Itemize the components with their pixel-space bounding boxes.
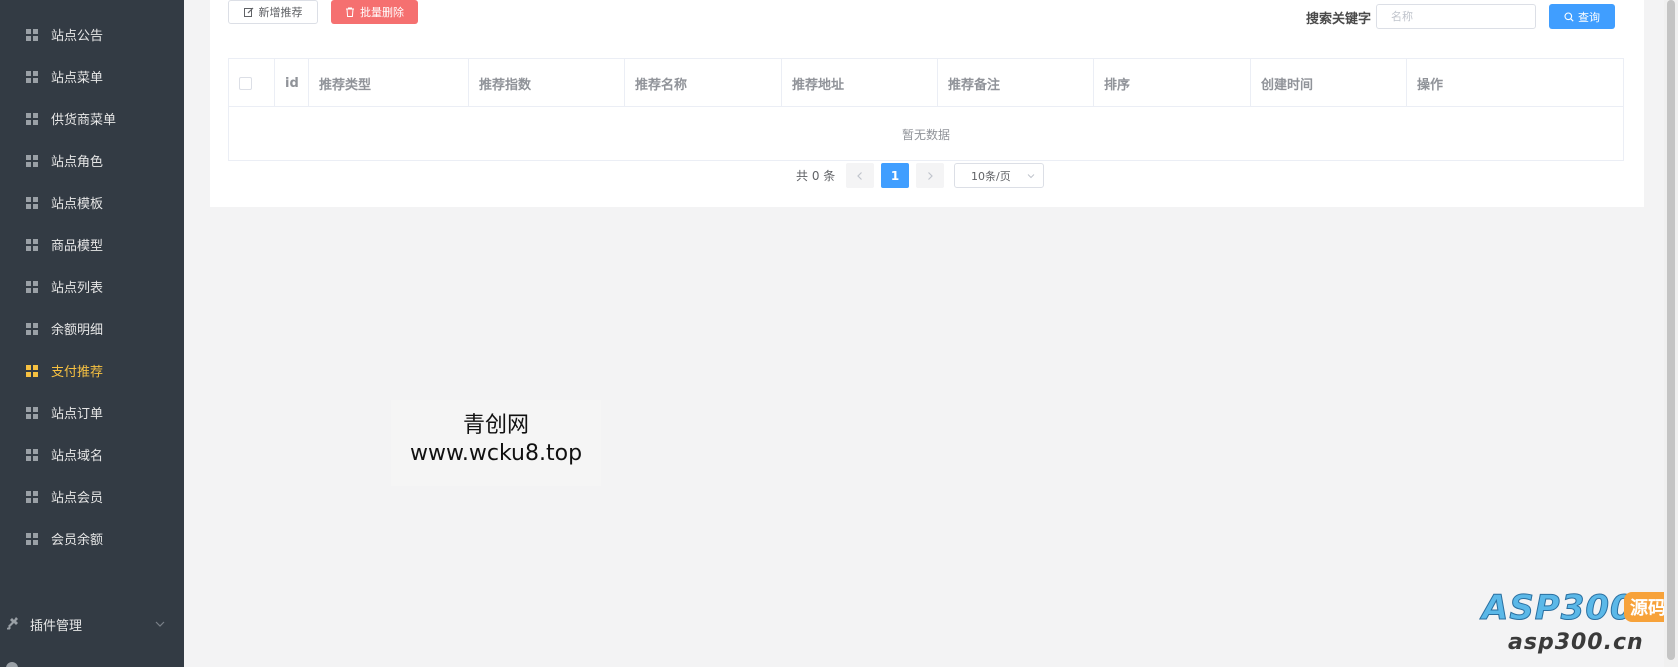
- sidebar: 站点公告 站点菜单 供货商菜单 站点角色 站点模板 商品模型 站点列表 余额明细…: [0, 0, 184, 667]
- table-empty-text: 暂无数据: [901, 127, 950, 142]
- sidebar-item-site-templates[interactable]: 站点模板: [0, 180, 184, 225]
- query-label: 查询: [1578, 10, 1600, 24]
- watermark-overlay: 青创网 www.wcku8.top: [391, 400, 601, 486]
- grid-icon: [26, 322, 38, 335]
- page-scrollbar[interactable]: [1664, 0, 1678, 667]
- prev-page-button[interactable]: [846, 163, 874, 188]
- search-icon: [1564, 11, 1574, 22]
- asp300-logo: ASP300 源码 asp300.cn: [1482, 588, 1672, 658]
- sidebar-item-site-menu[interactable]: 站点菜单: [0, 54, 184, 99]
- trash-icon: [346, 7, 354, 17]
- sidebar-item-label: 站点域名: [51, 449, 104, 464]
- sidebar-item-site-domains[interactable]: 站点域名: [0, 432, 184, 477]
- watermark-url: www.wcku8.top: [409, 441, 583, 466]
- grid-icon: [26, 280, 38, 293]
- grid-icon: [26, 406, 38, 419]
- batch-delete-button[interactable]: 批量删除: [331, 0, 418, 24]
- recommend-table: id 推荐类型 推荐指数 推荐名称 推荐地址 推荐备注 排序 创建时间 操作 暂…: [228, 58, 1624, 161]
- sidebar-item-site-list[interactable]: 站点列表: [0, 264, 184, 309]
- grid-icon: [26, 70, 38, 83]
- sidebar-item-label: 支付推荐: [51, 365, 104, 380]
- column-header-type[interactable]: 推荐类型: [309, 59, 469, 107]
- sidebar-item-label: 站点公告: [51, 29, 104, 44]
- add-recommend-label: 新增推荐: [258, 6, 303, 19]
- sidebar-group-plugin-management[interactable]: 插件管理: [0, 604, 184, 644]
- search-input[interactable]: [1376, 4, 1536, 29]
- sidebar-item-supplier-menu[interactable]: 供货商菜单: [0, 96, 184, 141]
- column-header-created[interactable]: 创建时间: [1251, 59, 1407, 107]
- add-recommend-button[interactable]: 新增推荐: [228, 0, 318, 24]
- page-size-select[interactable]: 10条/页: [954, 163, 1044, 188]
- logo-main-text: ASP300: [1482, 588, 1635, 629]
- sidebar-item-member-balance[interactable]: 会员余额: [0, 516, 184, 561]
- next-page-button[interactable]: [916, 163, 944, 188]
- sidebar-item-site-orders[interactable]: 站点订单: [0, 390, 184, 435]
- column-header-index[interactable]: 推荐指数: [469, 59, 625, 107]
- sidebar-item-label: 商品模型: [51, 239, 104, 254]
- chevron-down-icon: [155, 621, 165, 627]
- sidebar-item-label: 会员余额: [51, 533, 104, 548]
- sidebar-item-label: 供货商菜单: [51, 113, 117, 128]
- grid-icon: [26, 532, 38, 545]
- chevron-down-icon: [1027, 174, 1035, 179]
- chevron-left-icon: [857, 171, 862, 180]
- column-header-actions: 操作: [1417, 77, 1444, 93]
- edit-icon: [243, 7, 253, 17]
- search-keyword-label: 搜索关键字: [1306, 12, 1372, 27]
- select-all-checkbox[interactable]: [239, 76, 252, 90]
- batch-delete-label: 批量删除: [360, 6, 404, 19]
- sidebar-item-balance-details[interactable]: 余额明细: [0, 306, 184, 351]
- sidebar-item-product-models[interactable]: 商品模型: [0, 222, 184, 267]
- column-header-remark[interactable]: 推荐备注: [938, 59, 1094, 107]
- content-card: 新增推荐 批量删除 搜索关键字 查询 id 推荐类型 推荐指数 推荐名称 推荐地…: [210, 0, 1644, 207]
- sidebar-item-label: 站点订单: [51, 407, 104, 422]
- sidebar-item-label: 站点角色: [51, 155, 104, 170]
- sidebar-item-label: 站点模板: [51, 197, 104, 212]
- plug-icon: [7, 617, 18, 630]
- sidebar-item-announcement[interactable]: 站点公告: [0, 12, 184, 57]
- column-header-id[interactable]: id: [275, 59, 309, 107]
- sidebar-item-site-members[interactable]: 站点会员: [0, 474, 184, 519]
- column-header-name[interactable]: 推荐名称: [625, 59, 782, 107]
- grid-icon: [26, 364, 38, 377]
- sidebar-group-label: 插件管理: [30, 618, 83, 634]
- page-button-current[interactable]: 1: [881, 163, 909, 188]
- pagination-total: 共 0 条: [796, 169, 836, 183]
- query-button[interactable]: 查询: [1549, 4, 1615, 29]
- sidebar-item-label: 余额明细: [51, 323, 104, 338]
- chevron-right-icon: [928, 171, 933, 180]
- table-header: id 推荐类型 推荐指数 推荐名称 推荐地址 推荐备注 排序 创建时间 操作: [229, 59, 1623, 107]
- grid-icon: [26, 490, 38, 503]
- sidebar-next-item-icon: [6, 662, 18, 667]
- grid-icon: [26, 238, 38, 251]
- column-header-sort[interactable]: 排序: [1094, 59, 1251, 107]
- sidebar-item-label: 站点菜单: [51, 71, 104, 86]
- sidebar-item-label: 站点列表: [51, 281, 104, 296]
- grid-icon: [26, 154, 38, 167]
- grid-icon: [26, 448, 38, 461]
- grid-icon: [26, 112, 38, 125]
- watermark-title: 青创网: [462, 413, 529, 438]
- page-size-value: 10条/页: [971, 169, 1011, 183]
- grid-icon: [26, 196, 38, 209]
- grid-icon: [26, 28, 38, 41]
- scrollbar-thumb[interactable]: [1667, 0, 1675, 660]
- column-header-address[interactable]: 推荐地址: [782, 59, 938, 107]
- select-all-cell: [229, 59, 275, 107]
- sidebar-item-label: 站点会员: [51, 491, 104, 506]
- logo-domain: asp300.cn: [1508, 630, 1644, 655]
- sidebar-item-site-roles[interactable]: 站点角色: [0, 138, 184, 183]
- sidebar-item-payment-recommend[interactable]: 支付推荐: [0, 348, 184, 393]
